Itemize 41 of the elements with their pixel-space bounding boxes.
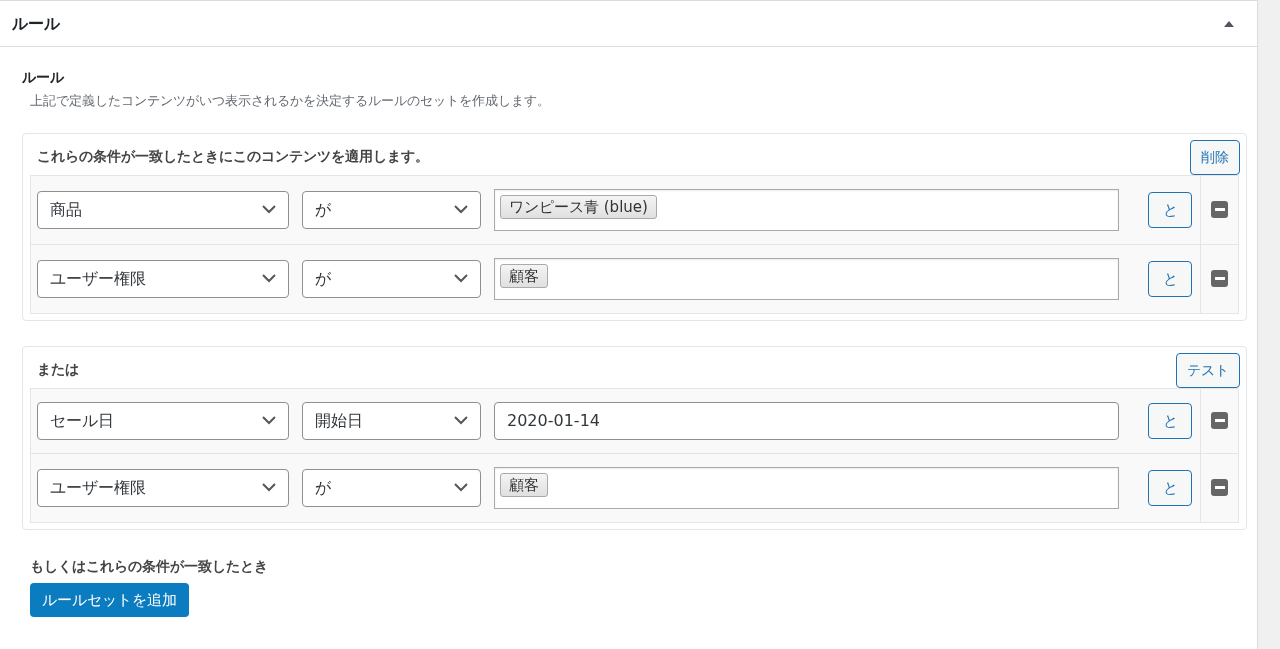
and-button[interactable]: と bbox=[1148, 191, 1192, 228]
chevron-down-icon bbox=[262, 274, 276, 284]
panel-title: ルール bbox=[12, 12, 60, 35]
remove-icon[interactable] bbox=[1211, 201, 1228, 219]
tag-input-field[interactable]: 顧客 bbox=[494, 466, 1119, 509]
tag-chip: 顧客 bbox=[500, 472, 548, 497]
triangle-icon bbox=[1223, 19, 1235, 28]
remove-icon[interactable] bbox=[1211, 412, 1228, 430]
and-button[interactable]: と bbox=[1148, 469, 1192, 506]
dropdown[interactable]: が bbox=[302, 468, 481, 507]
add-rule-set-button[interactable]: ルールセットを追加 bbox=[30, 582, 189, 618]
section-description: 上記で定義したコンテンツがいつ表示されるかを決定するルールのセットを作成します。 bbox=[29, 92, 551, 110]
dropdown[interactable]: が bbox=[302, 259, 481, 298]
rule-set-title: または bbox=[37, 359, 79, 379]
tag-chip: 顧客 bbox=[500, 263, 548, 288]
dropdown[interactable]: 商品 bbox=[37, 190, 289, 229]
chevron-down-icon bbox=[454, 274, 468, 284]
chevron-down-icon bbox=[262, 205, 276, 215]
section-title: ルール bbox=[22, 68, 65, 87]
chevron-down-icon bbox=[454, 416, 468, 426]
dropdown[interactable]: 開始日 bbox=[302, 401, 481, 440]
chevron-down-icon bbox=[454, 205, 468, 215]
chevron-down-icon bbox=[262, 483, 276, 493]
rule-set-button[interactable]: テスト bbox=[1176, 352, 1240, 388]
tag-input-field[interactable]: ワンピース青 (blue) bbox=[494, 188, 1119, 231]
remove-icon[interactable] bbox=[1211, 479, 1228, 497]
remove-icon[interactable] bbox=[1211, 270, 1228, 288]
chevron-down-icon bbox=[262, 416, 276, 426]
tag-chip: ワンピース青 (blue) bbox=[500, 194, 657, 219]
dropdown[interactable]: セール日 bbox=[37, 401, 289, 440]
tag-input-field[interactable]: 顧客 bbox=[494, 257, 1119, 300]
and-button[interactable]: と bbox=[1148, 260, 1192, 297]
dropdown[interactable]: が bbox=[302, 190, 481, 229]
input-field[interactable]: 2020-01-14 bbox=[494, 401, 1119, 440]
chevron-down-icon bbox=[454, 483, 468, 493]
rule-set-title: これらの条件が一致したときにこのコンテンツを適用します。 bbox=[37, 146, 429, 166]
and-button[interactable]: と bbox=[1148, 402, 1192, 439]
dropdown[interactable]: ユーザー権限 bbox=[37, 468, 289, 507]
dropdown[interactable]: ユーザー権限 bbox=[37, 259, 289, 298]
rule-set-button[interactable]: 削除 bbox=[1190, 139, 1240, 175]
footer-label: もしくはこれらの条件が一致したとき bbox=[29, 556, 269, 576]
